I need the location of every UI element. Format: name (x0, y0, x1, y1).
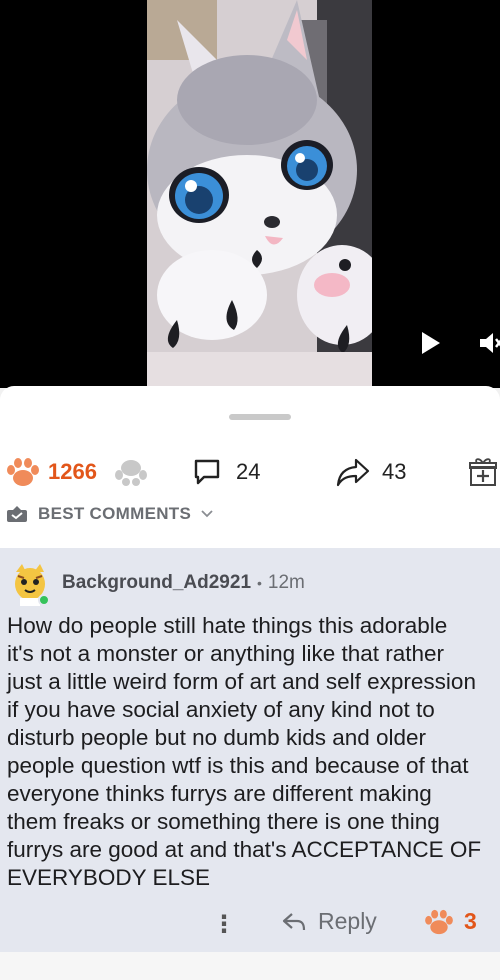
video-player[interactable] (0, 0, 500, 388)
chevron-down-icon (201, 507, 213, 521)
comments-button[interactable]: 24 (192, 452, 260, 492)
downvote-button[interactable] (114, 452, 148, 492)
volume-icon[interactable] (478, 330, 500, 356)
comment-actions: ⋮ Reply 3 (0, 904, 500, 944)
upvote-count: 1266 (48, 459, 97, 484)
meta-separator: • (257, 575, 262, 591)
spacer (0, 526, 500, 548)
reply-button[interactable]: Reply (282, 908, 377, 935)
sort-label: BEST COMMENTS (38, 504, 192, 523)
comment-upvote-count: 3 (464, 908, 477, 934)
comment-meta: Background_Ad2921 • 12m (62, 572, 305, 594)
share-icon (336, 458, 370, 487)
online-status-badge (38, 594, 50, 606)
comment-upvote-button[interactable]: 3 (424, 908, 477, 935)
post-actions: 1266 24 43 (0, 452, 500, 492)
share-count: 43 (382, 459, 407, 484)
gift-icon (469, 458, 497, 486)
paw-upvote-icon (7, 458, 39, 486)
best-comments-icon (7, 506, 27, 522)
play-icon[interactable] (418, 330, 444, 356)
comment-card: Background_Ad2921 • 12m How do people st… (0, 548, 500, 952)
comment-count: 24 (236, 459, 261, 484)
paw-upvote-icon (425, 909, 453, 934)
video-frame (147, 0, 372, 388)
reply-label: Reply (318, 908, 377, 934)
share-button[interactable]: 43 (336, 452, 406, 492)
comment-author[interactable]: Background_Ad2921 (62, 572, 251, 594)
drag-handle[interactable] (229, 414, 291, 420)
comment-icon (194, 459, 220, 485)
bottom-strip (0, 952, 500, 980)
comment-body: How do people still hate things this ado… (7, 613, 482, 890)
gift-button[interactable] (468, 452, 498, 492)
post-sheet: 1266 24 43 (0, 386, 500, 506)
reply-icon (282, 912, 306, 930)
comment-time: 12m (267, 572, 305, 593)
paw-downvote-icon (115, 460, 147, 486)
more-icon[interactable]: ⋮ (212, 910, 236, 939)
comment-sort-bar[interactable]: BEST COMMENTS (0, 502, 500, 526)
video-thumbnail (147, 0, 372, 388)
upvote-button[interactable]: 1266 (6, 452, 97, 492)
